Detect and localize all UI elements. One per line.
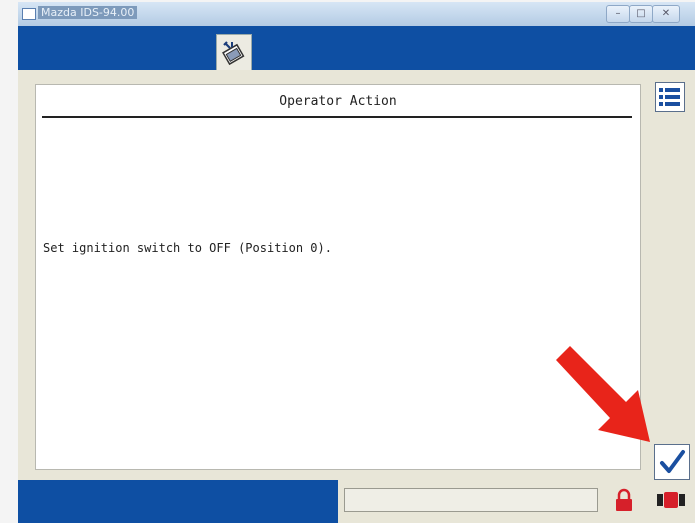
status-bar-left: [18, 480, 338, 523]
app-area: Operator Action Set ignition switch to O…: [18, 26, 695, 523]
app-window-icon: [22, 8, 36, 20]
window-title: Mazda IDS-94.00: [38, 6, 138, 19]
toolbar-tab-button[interactable]: [216, 34, 252, 71]
checkmark-icon: [660, 450, 685, 473]
red-arrow-icon: [556, 346, 650, 442]
list-icon: [659, 88, 680, 106]
operator-action-panel: Operator Action Set ignition switch to O…: [35, 84, 641, 470]
record-icon[interactable]: [656, 490, 686, 510]
title-divider: [42, 116, 632, 118]
confirm-button[interactable]: [654, 444, 690, 480]
status-bar-right: [338, 480, 695, 523]
minimize-button[interactable]: –: [606, 5, 630, 23]
toolbar: [18, 26, 695, 71]
panel-title: Operator Action: [279, 94, 397, 109]
close-button[interactable]: ✕: [652, 5, 680, 23]
lock-icon[interactable]: [614, 488, 634, 512]
instruction-text: Set ignition switch to OFF (Position 0).: [43, 241, 332, 255]
maximize-button[interactable]: □: [629, 5, 653, 23]
status-field: [344, 488, 598, 512]
list-button[interactable]: [655, 82, 685, 112]
application-window: Mazda IDS-94.00 – □ ✕ Operator Action Se…: [18, 2, 695, 523]
wrench-book-icon: [222, 41, 245, 66]
title-bar: Mazda IDS-94.00 – □ ✕: [18, 2, 695, 26]
